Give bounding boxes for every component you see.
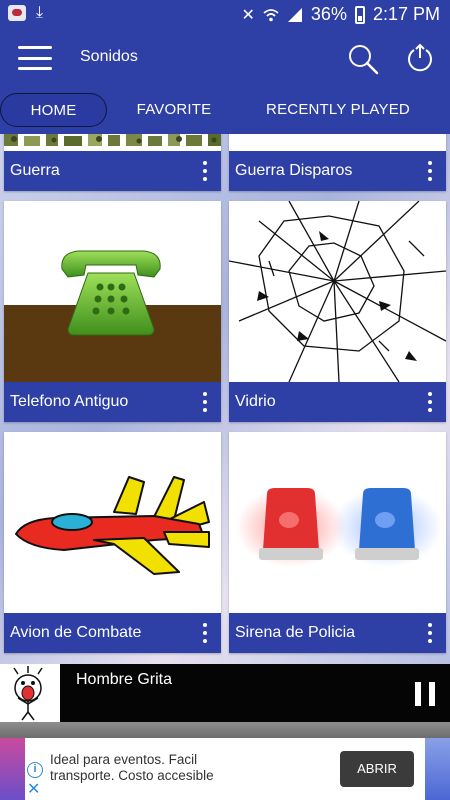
- card-label-bar: Guerra: [4, 151, 221, 191]
- sound-name: Avion de Combate: [10, 624, 142, 641]
- download-icon: ⤓: [36, 4, 44, 21]
- sound-name: Guerra: [10, 162, 60, 179]
- sound-card-telefono-antiguo[interactable]: Telefono Antiguo: [4, 201, 221, 422]
- ad-background-right: [425, 738, 450, 800]
- card-label-bar: Avion de Combate: [4, 613, 221, 653]
- ad-close-icon[interactable]: ✕: [27, 782, 40, 798]
- divider: [0, 722, 450, 738]
- ad-info-icon[interactable]: i: [27, 762, 43, 778]
- mini-player[interactable]: Hombre Grita: [0, 664, 450, 722]
- screaming-man-image: [0, 664, 60, 722]
- power-icon[interactable]: [404, 42, 436, 74]
- sound-name: Telefono Antiguo: [10, 393, 129, 410]
- tab-recently-played[interactable]: RECENTLY PLAYED: [260, 93, 416, 127]
- wifi-icon: [263, 8, 279, 21]
- guerra-image: [4, 134, 221, 151]
- mute-icon: ✕: [241, 6, 255, 24]
- battery-icon: [354, 5, 365, 24]
- menu-icon[interactable]: [18, 46, 52, 70]
- signal-icon: [287, 7, 302, 22]
- tab-favorite[interactable]: FAVORITE: [126, 93, 222, 127]
- more-options-icon[interactable]: [201, 392, 209, 412]
- fighter-jet-image: [4, 432, 221, 613]
- sound-name: Sirena de Policia: [235, 624, 356, 641]
- sound-name: Guerra Disparos: [235, 162, 353, 179]
- app-title: Sonidos: [80, 48, 138, 65]
- police-siren-image: [229, 432, 446, 613]
- more-options-icon[interactable]: [426, 161, 434, 181]
- search-icon[interactable]: [346, 42, 380, 76]
- pause-icon[interactable]: [415, 682, 435, 706]
- ad-banner[interactable]: i ✕ Ideal para eventos. Facil transporte…: [25, 738, 425, 800]
- ad-open-button[interactable]: ABRIR: [340, 751, 414, 787]
- more-options-icon[interactable]: [426, 623, 434, 643]
- guerra-disparos-image: [229, 134, 446, 151]
- battery-percent: 36%: [310, 4, 347, 24]
- sound-name: Vidrio: [235, 393, 276, 410]
- card-label-bar: Sirena de Policia: [229, 613, 446, 653]
- more-options-icon[interactable]: [426, 392, 434, 412]
- broken-glass-image: [229, 201, 446, 382]
- card-label-bar: Vidrio: [229, 382, 446, 422]
- more-options-icon[interactable]: [201, 623, 209, 643]
- now-playing-title: Hombre Grita: [76, 671, 173, 688]
- sound-card-guerra-disparos[interactable]: Guerra Disparos: [229, 134, 446, 191]
- app-bar: Sonidos: [0, 30, 450, 86]
- telephone-image: [4, 201, 221, 382]
- card-label-bar: Guerra Disparos: [229, 151, 446, 191]
- ad-background-left: [0, 738, 25, 800]
- sound-card-vidrio[interactable]: Vidrio: [229, 201, 446, 422]
- card-label-bar: Telefono Antiguo: [4, 382, 221, 422]
- ad-text: Ideal para eventos. Facil transporte. Co…: [50, 752, 214, 783]
- app-notification-icon: [8, 5, 26, 21]
- tab-home[interactable]: HOME: [0, 93, 107, 127]
- tab-bar: HOME FAVORITE RECENTLY PLAYED: [0, 86, 450, 134]
- sound-card-avion-de-combate[interactable]: Avion de Combate: [4, 432, 221, 653]
- status-bar: ⤓ ✕ 36% 2:17 PM: [0, 0, 450, 30]
- sound-grid: Guerra Guerra Disparos Telefono Antiguo …: [0, 134, 450, 664]
- sound-card-guerra[interactable]: Guerra: [4, 134, 221, 191]
- sound-card-sirena-de-policia[interactable]: Sirena de Policia: [229, 432, 446, 653]
- clock: 2:17 PM: [372, 4, 440, 24]
- more-options-icon[interactable]: [201, 161, 209, 181]
